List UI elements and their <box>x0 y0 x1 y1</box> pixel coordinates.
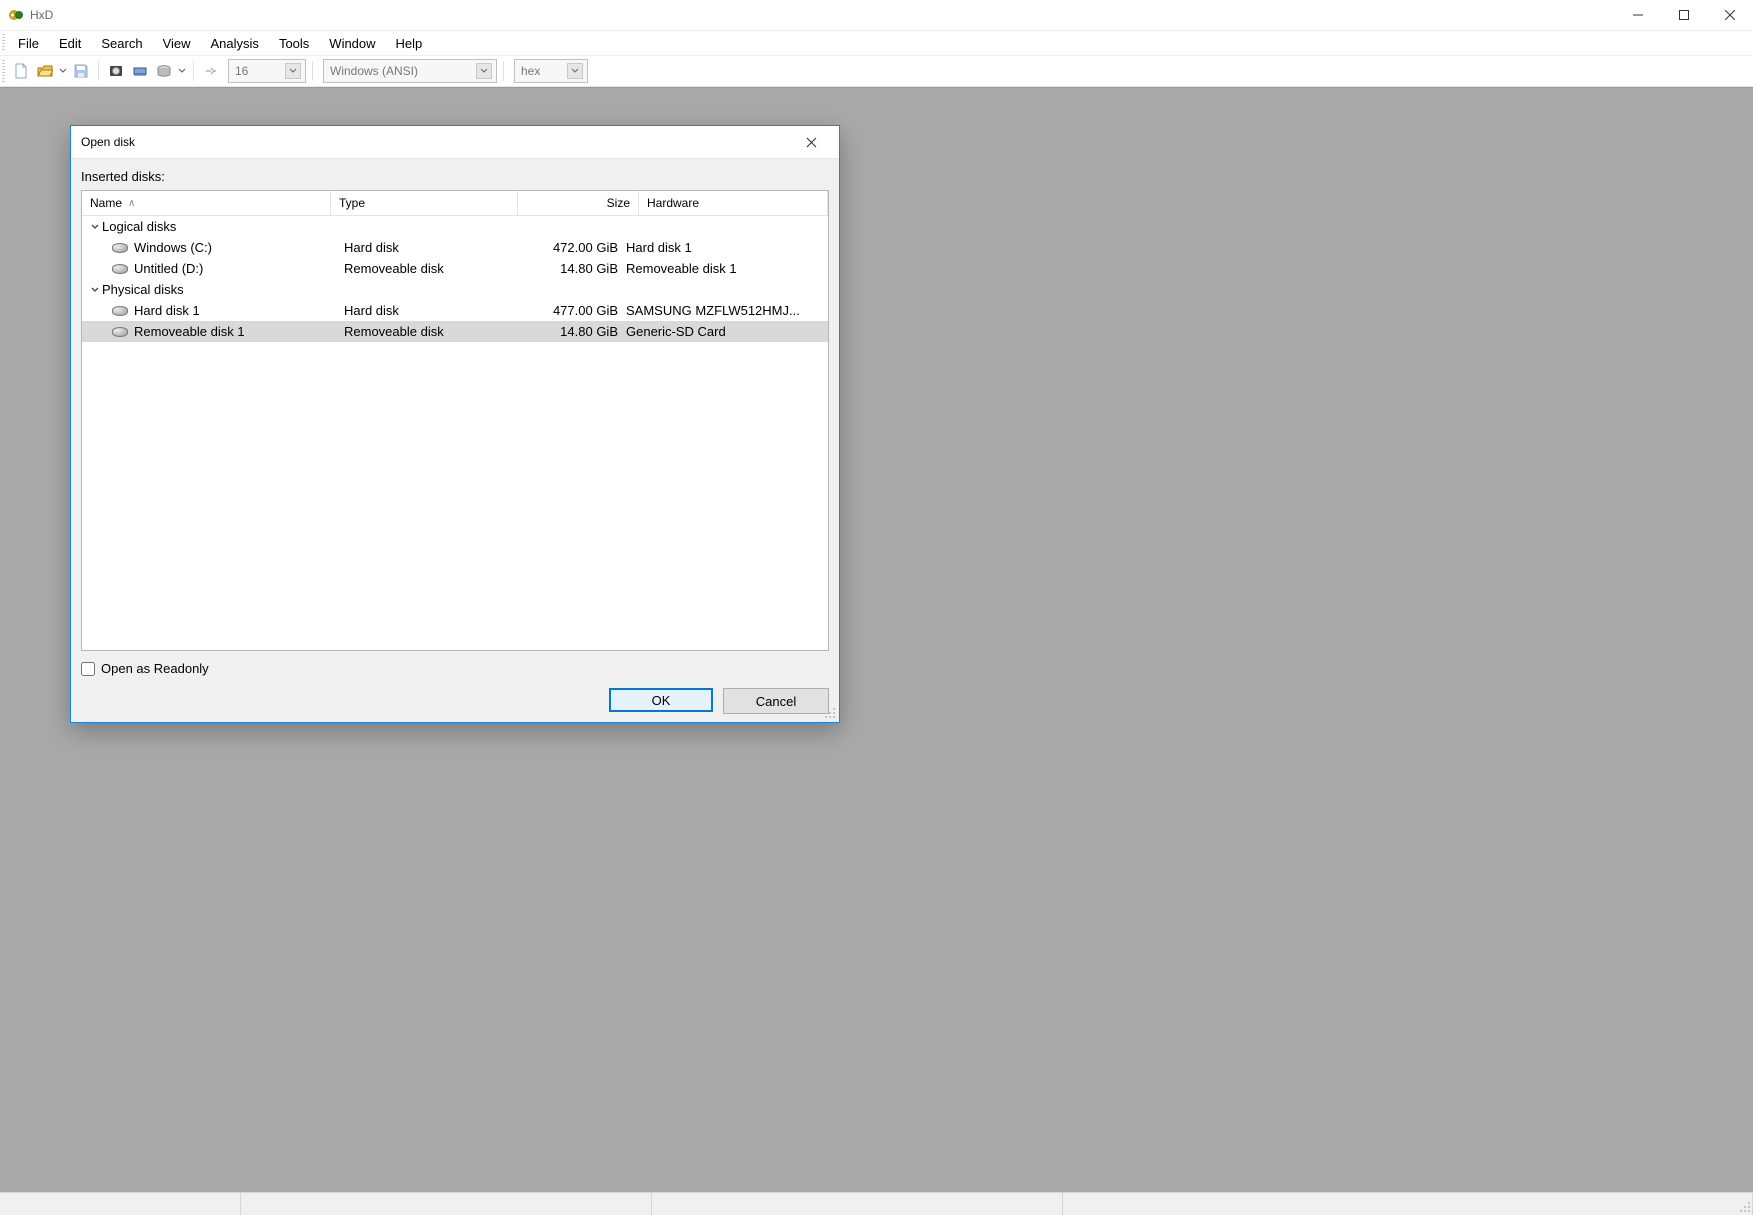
open-recent-dropdown[interactable] <box>58 67 68 75</box>
menubar: File Edit Search View Analysis Tools Win… <box>0 30 1753 56</box>
disk-hardware: Hard disk 1 <box>626 240 828 255</box>
disk-icon <box>112 327 128 337</box>
toolbar: 16 Windows (ANSI) hex <box>0 56 1753 87</box>
number-base-combo[interactable]: hex <box>514 59 588 83</box>
menu-analysis[interactable]: Analysis <box>201 34 269 53</box>
col-name[interactable]: Name∧ <box>82 191 331 215</box>
disk-size: 14.80 GiB <box>514 324 626 339</box>
menu-window[interactable]: Window <box>319 34 385 53</box>
disk-hardware: SAMSUNG MZFLW512HMJ... <box>626 303 828 318</box>
open-disk-dialog: Open disk Inserted disks: Name∧ Type Siz… <box>70 125 840 723</box>
chevron-down-icon <box>476 63 492 79</box>
group-logical-disks[interactable]: Logical disks <box>82 216 828 237</box>
disk-name: Windows (C:) <box>134 240 212 255</box>
chevron-down-icon <box>88 222 102 232</box>
app-title: HxD <box>30 8 53 22</box>
disk-name: Removeable disk 1 <box>134 324 245 339</box>
disk-name: Untitled (D:) <box>134 261 203 276</box>
list-item[interactable]: Untitled (D:) Removeable disk 14.80 GiB … <box>82 258 828 279</box>
menu-edit[interactable]: Edit <box>49 34 91 53</box>
disks-listview[interactable]: Name∧ Type Size Hardware Logical disks W… <box>81 190 829 651</box>
dialog-titlebar[interactable]: Open disk <box>71 126 839 159</box>
col-hardware[interactable]: Hardware <box>639 191 828 215</box>
encoding-value: Windows (ANSI) <box>330 64 470 78</box>
titlebar: HxD <box>0 0 1753 30</box>
ok-button[interactable]: OK <box>609 688 713 712</box>
disk-hardware: Removeable disk 1 <box>626 261 828 276</box>
disk-icon <box>112 306 128 316</box>
dialog-resize-grip-icon[interactable] <box>824 707 836 719</box>
sort-asc-icon: ∧ <box>128 198 135 209</box>
disk-icon <box>112 243 128 253</box>
close-button[interactable] <box>1707 0 1753 30</box>
bytes-per-row-value: 16 <box>235 64 279 78</box>
group-physical-label: Physical disks <box>102 282 184 297</box>
disk-icon <box>112 264 128 274</box>
open-disk-button[interactable] <box>105 60 127 82</box>
disk-name: Hard disk 1 <box>134 303 200 318</box>
number-base-value: hex <box>521 64 561 78</box>
disk-type: Removeable disk <box>344 261 514 276</box>
listview-header: Name∧ Type Size Hardware <box>82 191 828 216</box>
menu-tools[interactable]: Tools <box>269 34 319 53</box>
list-item[interactable]: Windows (C:) Hard disk 472.00 GiB Hard d… <box>82 237 828 258</box>
disk-size: 14.80 GiB <box>514 261 626 276</box>
chevron-down-icon <box>88 285 102 295</box>
maximize-button[interactable] <box>1661 0 1707 30</box>
new-file-button[interactable] <box>10 60 32 82</box>
disk-type: Removeable disk <box>344 324 514 339</box>
disk-type: Hard disk <box>344 240 514 255</box>
list-item[interactable]: Removeable disk 1 Removeable disk 14.80 … <box>82 321 828 342</box>
resize-grip-icon[interactable] <box>1739 1201 1751 1213</box>
encoding-combo[interactable]: Windows (ANSI) <box>323 59 497 83</box>
open-ram-button[interactable] <box>129 60 151 82</box>
group-logical-label: Logical disks <box>102 219 176 234</box>
menu-help[interactable]: Help <box>386 34 433 53</box>
save-button[interactable] <box>70 60 92 82</box>
chevron-down-icon <box>285 63 301 79</box>
toggle-insert-mode-button[interactable] <box>200 60 222 82</box>
col-type[interactable]: Type <box>331 191 518 215</box>
list-item[interactable]: Hard disk 1 Hard disk 477.00 GiB SAMSUNG… <box>82 300 828 321</box>
open-disk-image-button[interactable] <box>153 60 175 82</box>
cancel-button[interactable]: Cancel <box>723 688 829 714</box>
disk-size: 472.00 GiB <box>514 240 626 255</box>
inserted-disks-label: Inserted disks: <box>81 165 829 190</box>
col-size[interactable]: Size <box>518 191 639 215</box>
disk-type: Hard disk <box>344 303 514 318</box>
open-readonly-checkbox[interactable] <box>81 662 95 676</box>
dialog-title: Open disk <box>81 135 135 149</box>
chevron-down-icon <box>567 63 583 79</box>
group-physical-disks[interactable]: Physical disks <box>82 279 828 300</box>
statusbar <box>0 1192 1753 1215</box>
menu-view[interactable]: View <box>153 34 201 53</box>
minimize-button[interactable] <box>1615 0 1661 30</box>
bytes-per-row-combo[interactable]: 16 <box>228 59 306 83</box>
open-file-button[interactable] <box>34 60 56 82</box>
menu-file[interactable]: File <box>8 34 49 53</box>
open-readonly-label: Open as Readonly <box>101 661 209 676</box>
dialog-close-button[interactable] <box>793 128 829 156</box>
disk-hardware: Generic-SD Card <box>626 324 828 339</box>
app-icon <box>8 7 24 23</box>
disk-size: 477.00 GiB <box>514 303 626 318</box>
menu-search[interactable]: Search <box>91 34 152 53</box>
open-disk-image-dropdown[interactable] <box>177 67 187 75</box>
